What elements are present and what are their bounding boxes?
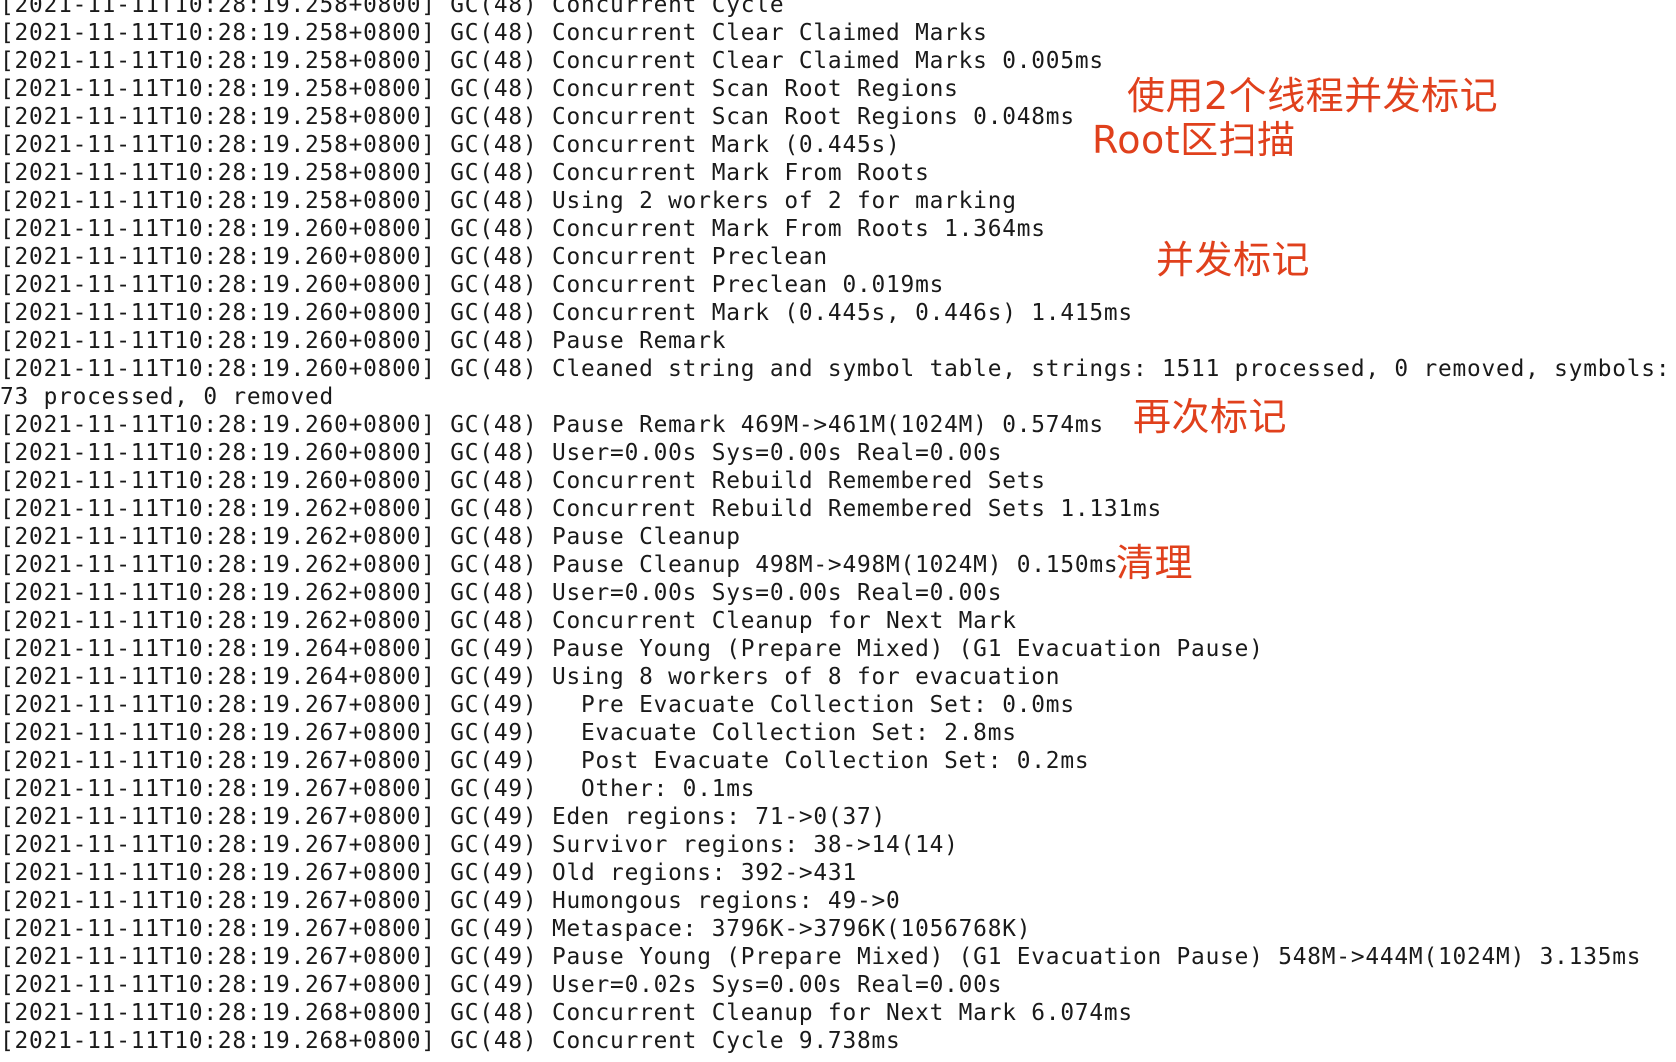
log-line: [2021-11-11T10:28:19.268+0800] GC(48) Co… <box>0 1000 1133 1026</box>
log-line: [2021-11-11T10:28:19.267+0800] GC(49) Hu… <box>0 888 901 914</box>
log-line: [2021-11-11T10:28:19.260+0800] GC(48) Cl… <box>0 356 1676 382</box>
log-line: [2021-11-11T10:28:19.262+0800] GC(48) Us… <box>0 580 1003 606</box>
log-line: [2021-11-11T10:28:19.260+0800] GC(48) Us… <box>0 440 1003 466</box>
log-line: [2021-11-11T10:28:19.258+0800] GC(48) Co… <box>0 48 1104 74</box>
log-line: [2021-11-11T10:28:19.267+0800] GC(49) Me… <box>0 916 1032 942</box>
log-line: [2021-11-11T10:28:19.267+0800] GC(49) Pa… <box>0 944 1642 970</box>
log-line: [2021-11-11T10:28:19.260+0800] GC(48) Pa… <box>0 412 1104 438</box>
log-line: [2021-11-11T10:28:19.262+0800] GC(48) Co… <box>0 496 1162 522</box>
log-line: [2021-11-11T10:28:19.258+0800] GC(48) Co… <box>0 160 930 186</box>
log-line: [2021-11-11T10:28:19.262+0800] GC(48) Pa… <box>0 524 741 550</box>
annotation-cleanup: 清理 <box>1116 541 1194 585</box>
log-line: [2021-11-11T10:28:19.267+0800] GC(49) Us… <box>0 972 1003 998</box>
log-line: 73 processed, 0 removed <box>0 384 335 410</box>
log-line: [2021-11-11T10:28:19.267+0800] GC(49) Ev… <box>0 720 1017 746</box>
log-line: [2021-11-11T10:28:19.258+0800] GC(48) Us… <box>0 188 1017 214</box>
log-line: [2021-11-11T10:28:19.267+0800] GC(49) Su… <box>0 832 959 858</box>
log-line: [2021-11-11T10:28:19.267+0800] GC(49) Po… <box>0 748 1090 774</box>
log-line: [2021-11-11T10:28:19.260+0800] GC(48) Co… <box>0 468 1046 494</box>
log-line: [2021-11-11T10:28:19.260+0800] GC(48) Co… <box>0 216 1046 242</box>
log-line: [2021-11-11T10:28:19.258+0800] GC(48) Co… <box>0 0 785 18</box>
log-line: [2021-11-11T10:28:19.260+0800] GC(48) Co… <box>0 300 1133 326</box>
log-line: [2021-11-11T10:28:19.260+0800] GC(48) Co… <box>0 244 828 270</box>
annotation-root-region-scan: Root区扫描 <box>1092 118 1296 162</box>
log-line: [2021-11-11T10:28:19.262+0800] GC(48) Pa… <box>0 552 1119 578</box>
annotation-concurrent-mark: 并发标记 <box>1156 238 1311 282</box>
log-line: [2021-11-11T10:28:19.264+0800] GC(49) Pa… <box>0 636 1264 662</box>
log-line: [2021-11-11T10:28:19.267+0800] GC(49) Ot… <box>0 776 756 802</box>
log-line: [2021-11-11T10:28:19.264+0800] GC(49) Us… <box>0 664 1061 690</box>
gc-log-output: [2021-11-11T10:28:19.258+0800] GC(48) Co… <box>0 0 1676 1055</box>
log-line: [2021-11-11T10:28:19.262+0800] GC(48) Co… <box>0 608 1017 634</box>
log-line: [2021-11-11T10:28:19.267+0800] GC(49) Ed… <box>0 804 887 830</box>
log-line: [2021-11-11T10:28:19.260+0800] GC(48) Pa… <box>0 328 727 354</box>
annotation-two-thread-concurrent-mark: 使用2个线程并发标记 <box>1127 74 1499 118</box>
log-line: [2021-11-11T10:28:19.258+0800] GC(48) Co… <box>0 20 988 46</box>
log-line: [2021-11-11T10:28:19.267+0800] GC(49) Ol… <box>0 860 857 886</box>
annotation-remark: 再次标记 <box>1133 395 1288 439</box>
log-line: [2021-11-11T10:28:19.268+0800] GC(48) Co… <box>0 1028 901 1054</box>
log-line: [2021-11-11T10:28:19.258+0800] GC(48) Co… <box>0 132 901 158</box>
log-line: [2021-11-11T10:28:19.267+0800] GC(49) Pr… <box>0 692 1075 718</box>
log-line: [2021-11-11T10:28:19.260+0800] GC(48) Co… <box>0 272 945 298</box>
